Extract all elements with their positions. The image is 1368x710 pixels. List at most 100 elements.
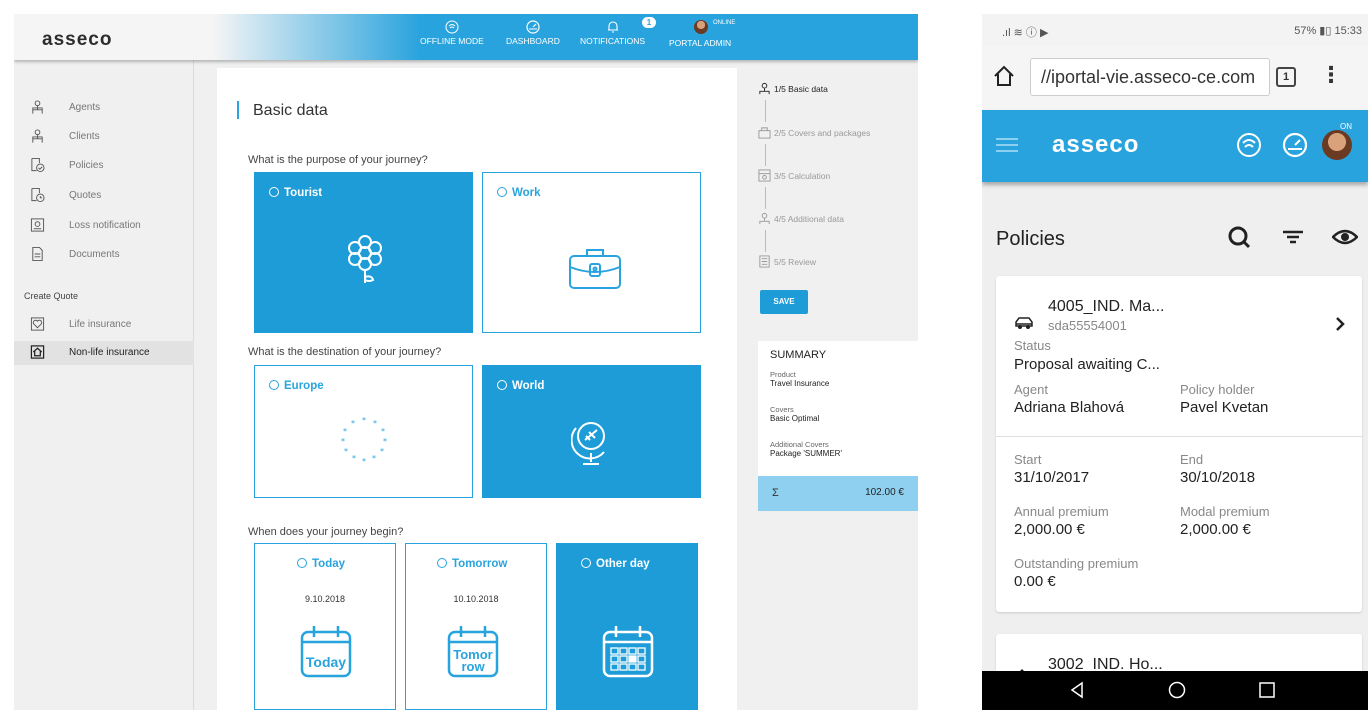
chevron-right-icon[interactable] [1334, 316, 1346, 332]
sidebar: Agents Clients Policies Quotes Loss noti… [14, 60, 194, 710]
search-icon[interactable] [1226, 224, 1252, 250]
begin-today-card[interactable]: Today 9.10.2018 Today [254, 543, 396, 710]
radio-button[interactable] [581, 558, 591, 568]
svg-text:*: * [344, 447, 348, 456]
desktop-app: asseco OFFLINE MODE DASHBOARD NOTIFICATI… [14, 14, 918, 710]
step-additional-data[interactable]: 4/5 Additional data [758, 212, 844, 225]
sidebar-item-label: Agents [69, 102, 101, 113]
heart-icon [30, 317, 45, 331]
begin-tomorrow-card[interactable]: Tomorrow 10.10.2018 Tomor row [405, 543, 547, 710]
filter-icon[interactable] [1280, 224, 1306, 250]
summary-covers-value: Basic Optimal [770, 414, 820, 423]
home-icon[interactable] [992, 64, 1016, 88]
save-button[interactable]: SAVE [760, 290, 808, 314]
begin-other-day-card[interactable]: Other day [556, 543, 698, 710]
agents-icon [759, 82, 770, 95]
dashboard-icon[interactable] [1282, 132, 1308, 158]
progress-steps: 1/5 Basic data 2/5 Covers and packages 3… [758, 74, 918, 374]
radio-button[interactable] [269, 380, 279, 390]
destination-europe-card[interactable]: Europe * * * * * * * * * * * * [254, 365, 473, 498]
svg-text:*: * [343, 427, 347, 436]
svg-text:*: * [383, 437, 387, 446]
tabs-button[interactable]: 1 [1276, 67, 1296, 87]
destination-world-card[interactable]: World [482, 365, 701, 498]
url-field[interactable]: //iportal-vie.asseco-ce.com [1030, 58, 1270, 96]
step-calculation[interactable]: 3/5 Calculation [758, 169, 830, 182]
notifications-label: NOTIFICATIONS [580, 36, 646, 46]
sidebar-item-label: Documents [69, 249, 120, 260]
start-key: Start [1014, 452, 1042, 467]
calendar-tomorrow-text-line2: row [461, 659, 485, 674]
back-icon[interactable] [1068, 681, 1086, 699]
dashboard-label: DASHBOARD [506, 36, 560, 46]
basic-data-form: Basic data What is the purpose of your j… [217, 68, 737, 710]
step-review[interactable]: 5/5 Review [758, 255, 816, 268]
portal-admin-button[interactable]: PORTAL ADMIN [669, 38, 731, 48]
step-connector [765, 187, 766, 209]
step-connector [765, 144, 766, 166]
home-circle-icon[interactable] [1168, 681, 1186, 699]
policy-holder-value: Pavel Kvetan [1180, 399, 1269, 416]
radio-button[interactable] [297, 558, 307, 568]
eye-icon[interactable] [1332, 224, 1358, 250]
top-bar: asseco OFFLINE MODE DASHBOARD NOTIFICATI… [14, 14, 918, 60]
sidebar-item-life-insurance[interactable]: Life insurance [14, 313, 194, 337]
sidebar-item-documents[interactable]: Documents [14, 243, 194, 267]
purpose-tourist-option: Tourist [269, 187, 322, 199]
sidebar-item-agents[interactable]: Agents [14, 96, 194, 120]
offline-mode-icon[interactable] [1236, 132, 1262, 158]
svg-text:*: * [380, 447, 384, 456]
calendar-tomorrow-icon: Tomor row [447, 626, 499, 678]
modal-premium-value: 2,000.00 € [1180, 521, 1251, 538]
step-label: 1/5 Basic data [774, 84, 828, 94]
status-key: Status [1014, 338, 1051, 353]
avatar[interactable] [694, 20, 708, 34]
begin-tomorrow-label: Tomorrow [452, 558, 508, 570]
package-icon [758, 127, 771, 139]
dashboard-button[interactable]: DASHBOARD [506, 20, 560, 46]
agents-icon [759, 212, 770, 225]
step-basic-data[interactable]: 1/5 Basic data [758, 82, 828, 95]
online-status: ONLINE [713, 20, 736, 26]
radio-button[interactable] [497, 380, 507, 390]
purpose-tourist-card[interactable]: Tourist [254, 172, 473, 333]
radio-button[interactable] [497, 187, 507, 197]
summary-total-bar: Σ 102.00 € [758, 476, 918, 511]
sidebar-item-loss-notification[interactable]: Loss notification [14, 214, 194, 238]
radio-button[interactable] [437, 558, 447, 568]
recent-apps-icon[interactable] [1258, 681, 1276, 699]
calendar-today-text: Today [306, 654, 346, 670]
avatar[interactable] [1322, 130, 1352, 160]
title-accent-bar [237, 101, 239, 119]
status-value: Proposal awaiting C... [1014, 356, 1160, 373]
briefcase-icon [569, 249, 621, 289]
sidebar-item-non-life-insurance[interactable]: Non-life insurance [14, 341, 194, 365]
svg-text:*: * [341, 437, 345, 446]
notifications-button[interactable]: NOTIFICATIONS [580, 20, 645, 46]
sidebar-item-clients[interactable]: Clients [14, 125, 194, 149]
step-label: 5/5 Review [774, 257, 817, 267]
begin-question: When does your journey begin? [248, 526, 404, 538]
begin-today-option: Today [297, 558, 345, 570]
policy-card[interactable]: 4005_IND. Ma... sda55554001 Status Propo… [996, 276, 1362, 612]
dashboard-icon [526, 20, 540, 34]
hamburger-menu-icon[interactable] [996, 137, 1018, 153]
radio-button[interactable] [269, 187, 279, 197]
status-bar: .ıl ≋ ⓘ ▶ 57% ▮▯ 15:33 [982, 14, 1368, 46]
eu-stars-icon: * ***** ****** [341, 416, 387, 466]
purpose-tourist-label: Tourist [284, 187, 323, 199]
sidebar-item-quotes[interactable]: Quotes [14, 184, 194, 208]
sidebar-item-policies[interactable]: Policies [14, 154, 194, 178]
begin-today-label: Today [312, 558, 346, 570]
begin-tomorrow-option: Tomorrow [437, 558, 507, 570]
purpose-work-card[interactable]: Work [482, 172, 701, 333]
policy-holder-key: Policy holder [1180, 382, 1255, 397]
offline-mode-button[interactable]: OFFLINE MODE [420, 20, 484, 46]
destination-europe-label: Europe [284, 380, 324, 392]
destination-question: What is the destination of your journey? [248, 346, 442, 358]
more-menu-icon[interactable]: ⋮ [1320, 62, 1342, 88]
annual-premium-key: Annual premium [1014, 504, 1109, 519]
step-covers-packages[interactable]: 2/5 Covers and packages [758, 126, 870, 139]
documents-icon [32, 246, 43, 262]
calendar-today-icon: Today [300, 626, 352, 678]
